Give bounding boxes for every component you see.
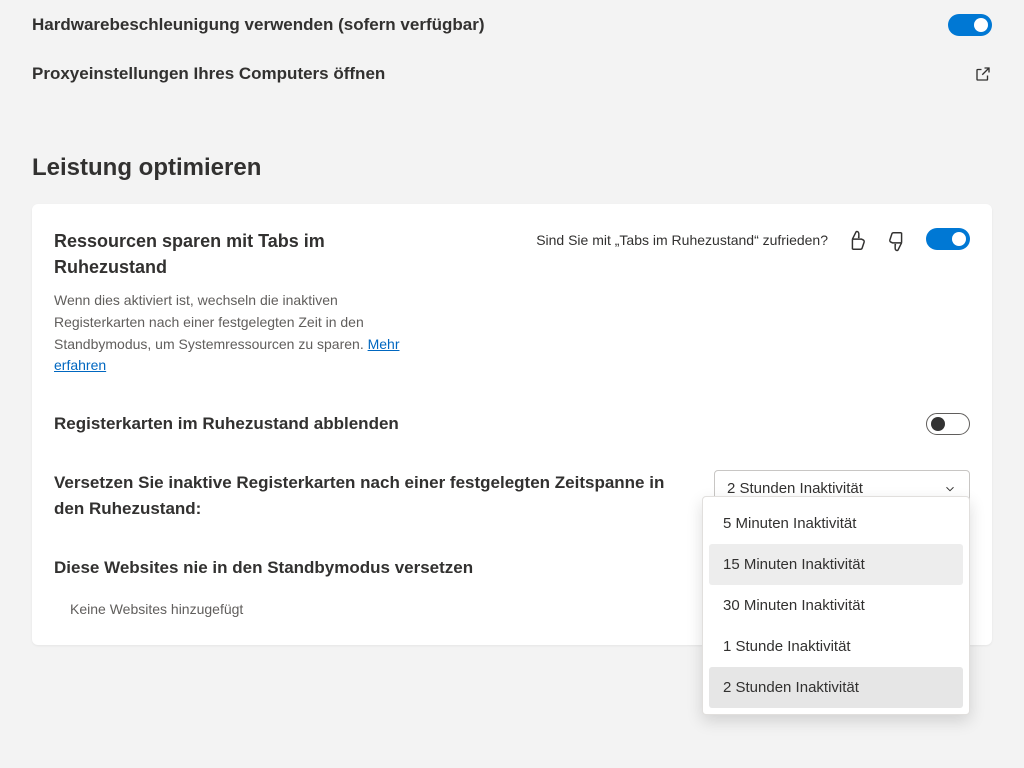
sleeping-tabs-desc-text: Wenn dies aktiviert ist, wechseln die in… — [54, 292, 368, 351]
sleeping-tabs-desc: Wenn dies aktiviert ist, wechseln die in… — [54, 290, 424, 377]
thumbs-up-icon[interactable] — [846, 230, 868, 252]
section-title-performance: Leistung optimieren — [32, 154, 992, 182]
hardware-accel-toggle[interactable] — [948, 14, 992, 36]
timeout-selected-value: 2 Stunden Inaktivität — [727, 480, 863, 497]
sleeping-tabs-card: Ressourcen sparen mit Tabs im Ruhezustan… — [32, 204, 992, 645]
external-link-icon[interactable] — [974, 65, 992, 83]
never-sleep-label: Diese Websites nie in den Standbymodus v… — [54, 555, 694, 581]
timeout-option-30min[interactable]: 30 Minuten Inaktivität — [709, 585, 963, 626]
sleeping-tabs-toggle[interactable] — [926, 228, 970, 250]
feedback-question: Sind Sie mit „Tabs im Ruhezustand“ zufri… — [536, 232, 828, 248]
timeout-dropdown-menu: 5 Minuten Inaktivität 15 Minuten Inaktiv… — [702, 496, 970, 715]
chevron-down-icon — [943, 482, 957, 496]
timeout-option-1h[interactable]: 1 Stunde Inaktivität — [709, 626, 963, 667]
timeout-option-5min[interactable]: 5 Minuten Inaktivität — [709, 503, 963, 544]
timeout-option-15min[interactable]: 15 Minuten Inaktivität — [709, 544, 963, 585]
hardware-accel-label: Hardwarebeschleunigung verwenden (sofern… — [32, 15, 484, 35]
fade-tabs-toggle[interactable] — [926, 413, 970, 435]
timeout-label: Versetzen Sie inaktive Registerkarten na… — [54, 470, 694, 521]
sleeping-tabs-title: Ressourcen sparen mit Tabs im Ruhezustan… — [54, 228, 424, 280]
proxy-settings-label: Proxyeinstellungen Ihres Computers öffne… — [32, 64, 385, 84]
fade-tabs-label: Registerkarten im Ruhezustand abblenden — [54, 411, 399, 437]
thumbs-down-icon[interactable] — [886, 230, 908, 252]
timeout-option-2h[interactable]: 2 Stunden Inaktivität — [709, 667, 963, 708]
